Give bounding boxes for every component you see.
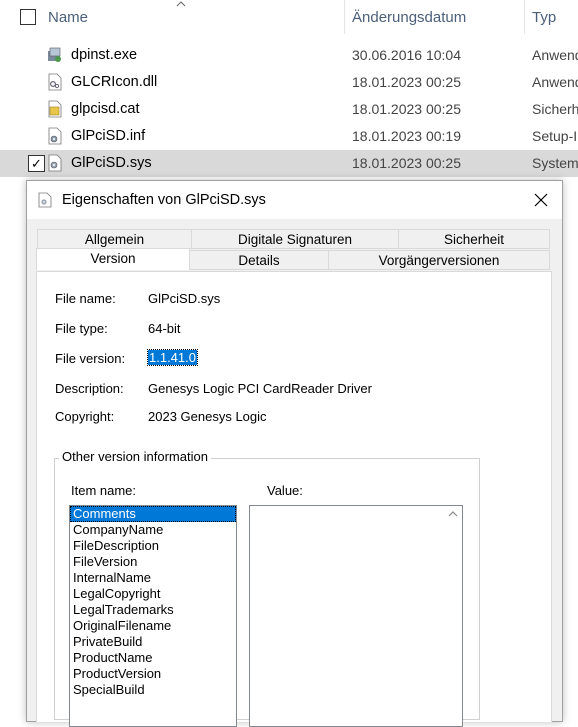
row-checkbox-checked[interactable]: ✓: [28, 155, 45, 172]
file-type-label: File type:: [55, 321, 108, 336]
list-item[interactable]: InternalName: [70, 570, 236, 586]
tab-vorgaengerversionen[interactable]: Vorgängerversionen: [328, 250, 550, 270]
sort-ascending-icon: [176, 1, 186, 7]
file-name-value: GlPciSD.sys: [148, 291, 221, 306]
item-name-label: Item name:: [71, 483, 137, 498]
list-item[interactable]: SpecialBuild: [70, 682, 236, 698]
file-type: Anwend: [532, 74, 578, 90]
list-item[interactable]: LegalCopyright: [70, 586, 236, 602]
dialog-title: Eigenschaften von GlPciSD.sys: [62, 192, 266, 208]
file-date: 18.01.2023 00:25: [352, 155, 461, 171]
column-header: Name Änderungsdatum Typ: [0, 0, 578, 34]
column-divider[interactable]: [524, 0, 525, 34]
list-item[interactable]: OriginalFilename: [70, 618, 236, 634]
select-all-checkbox[interactable]: [20, 9, 36, 25]
tab-details[interactable]: Details: [189, 250, 329, 270]
description-label: Description:: [55, 381, 124, 396]
file-date: 18.01.2023 00:25: [352, 74, 461, 90]
file-row[interactable]: dpinst.exe 30.06.2016 10:04 Anwend: [0, 42, 578, 69]
value-label: Value:: [267, 483, 303, 498]
tab-version[interactable]: Version: [36, 248, 190, 270]
value-textbox[interactable]: [249, 505, 463, 727]
file-version-label: File version:: [55, 351, 126, 366]
file-version-value[interactable]: 1.1.41.0: [147, 349, 198, 366]
list-item[interactable]: CompanyName: [70, 522, 236, 538]
file-date: 18.01.2023 00:19: [352, 128, 461, 144]
properties-dialog: Eigenschaften von GlPciSD.sys Allgemein …: [26, 180, 563, 727]
file-row[interactable]: glpcisd.cat 18.01.2023 00:25 Sicherh: [0, 96, 578, 123]
list-item[interactable]: ProductName: [70, 650, 236, 666]
inf-icon: [48, 127, 62, 145]
sys-icon: [48, 154, 62, 172]
file-name: GLCRIcon.dll: [71, 74, 158, 90]
file-date: 30.06.2016 10:04: [352, 47, 461, 63]
file-type: Setup-I: [532, 128, 578, 144]
column-date-header[interactable]: Änderungsdatum: [352, 9, 466, 26]
exe-icon: [48, 47, 61, 62]
copyright-value: 2023 Genesys Logic: [148, 409, 267, 424]
list-item[interactable]: ProductVersion: [70, 666, 236, 682]
column-divider[interactable]: [344, 0, 345, 34]
file-type: Sicherh: [532, 101, 578, 117]
file-name: GlPciSD.sys: [71, 155, 152, 171]
close-icon[interactable]: [523, 185, 559, 215]
file-type: System: [532, 155, 578, 171]
dll-icon: [48, 73, 62, 91]
file-name: GlPciSD.inf: [71, 128, 146, 144]
file-explorer-list: Name Änderungsdatum Typ dpinst.exe 30.06…: [0, 0, 578, 180]
group-title: Other version information: [59, 449, 211, 464]
file-name: dpinst.exe: [71, 47, 138, 63]
cat-icon: [48, 100, 62, 118]
column-name-header[interactable]: Name: [48, 9, 88, 26]
file-type: Anwend: [532, 47, 578, 63]
description-value: Genesys Logic PCI CardReader Driver: [148, 381, 372, 396]
column-type-header[interactable]: Typ: [532, 9, 556, 26]
file-name: glpcisd.cat: [71, 101, 140, 117]
file-date: 18.01.2023 00:25: [352, 101, 461, 117]
tab-digitale-signaturen[interactable]: Digitale Signaturen: [191, 229, 399, 249]
copyright-label: Copyright:: [55, 409, 115, 424]
tab-allgemein[interactable]: Allgemein: [37, 229, 192, 249]
sys-file-icon: [38, 192, 52, 208]
list-item[interactable]: LegalTrademarks: [70, 602, 236, 618]
item-name-listbox[interactable]: Comments CompanyName FileDescription Fil…: [69, 505, 237, 727]
file-row-selected[interactable]: ✓ GlPciSD.sys 18.01.2023 00:25 System: [0, 150, 578, 177]
list-item[interactable]: FileDescription: [70, 538, 236, 554]
dialog-title-bar[interactable]: Eigenschaften von GlPciSD.sys: [27, 181, 562, 219]
scroll-up-icon[interactable]: [448, 510, 458, 518]
file-name-label: File name:: [55, 291, 116, 306]
tab-sicherheit[interactable]: Sicherheit: [398, 229, 550, 249]
file-type-value: 64-bit: [148, 321, 181, 336]
list-item-selected[interactable]: Comments: [70, 506, 236, 522]
file-row[interactable]: GLCRIcon.dll 18.01.2023 00:25 Anwend: [0, 69, 578, 96]
list-item[interactable]: PrivateBuild: [70, 634, 236, 650]
file-row[interactable]: GlPciSD.inf 18.01.2023 00:19 Setup-I: [0, 123, 578, 150]
list-item[interactable]: FileVersion: [70, 554, 236, 570]
